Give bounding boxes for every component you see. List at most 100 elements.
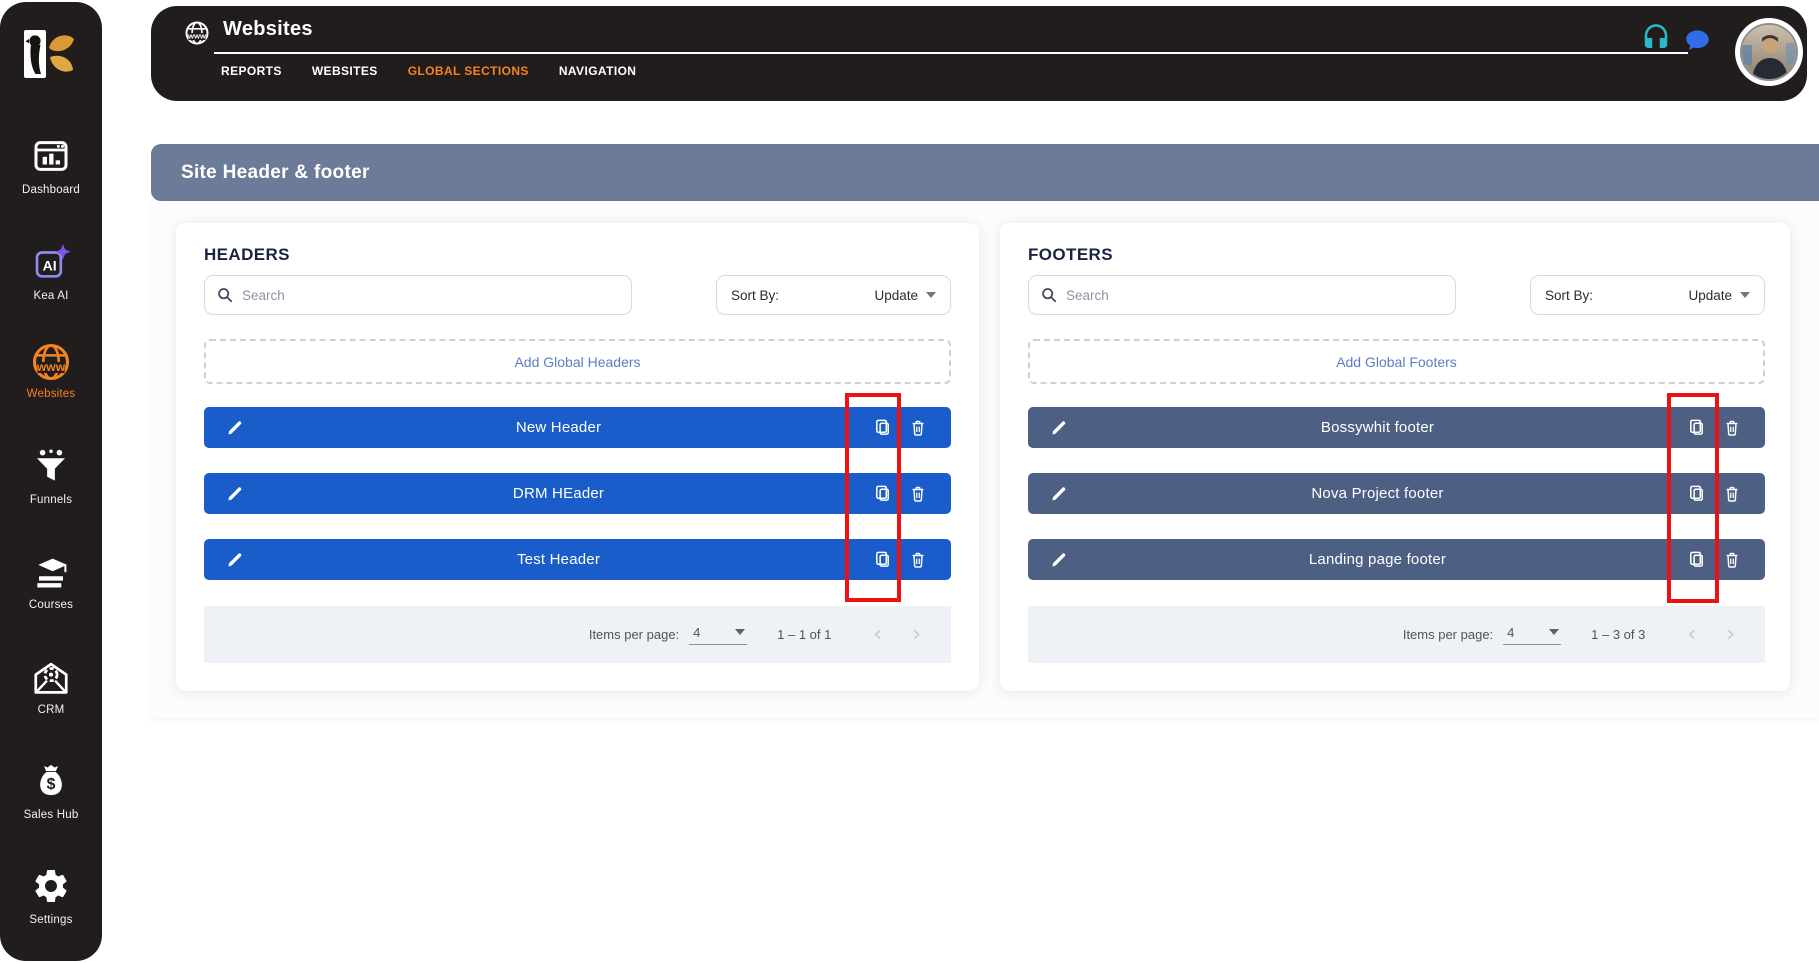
trash-icon[interactable] xyxy=(1723,419,1741,437)
footer-row[interactable]: Bossywhit footer xyxy=(1028,407,1765,448)
copy-icon[interactable] xyxy=(873,484,892,503)
copy-icon[interactable] xyxy=(1687,418,1706,437)
header-row-title: New Header xyxy=(515,419,602,436)
trash-icon[interactable] xyxy=(909,485,927,503)
sidebar-item-kea-ai[interactable]: AI Kea AI xyxy=(0,242,102,302)
sidebar-item-label: Courses xyxy=(28,599,74,611)
footers-panel: FOOTERS Sort By: Update Add Global Foote… xyxy=(1000,223,1790,691)
add-global-footers-button[interactable]: Add Global Footers xyxy=(1028,339,1765,384)
money-bag-icon: $ xyxy=(0,761,102,805)
header-row[interactable]: New Header xyxy=(204,407,951,448)
footer-row-title: Landing page footer xyxy=(1308,551,1447,568)
header-row-title: Test Header xyxy=(516,551,601,568)
next-page-button[interactable]: › xyxy=(1726,623,1735,646)
tab-websites[interactable]: WEBSITES xyxy=(312,64,378,78)
sidebar-item-label: Funnels xyxy=(29,494,73,506)
add-global-headers-button[interactable]: Add Global Headers xyxy=(204,339,951,384)
row-actions xyxy=(1687,484,1741,503)
topbar: www Websites REPORTS WEBSITES GLOBAL SEC… xyxy=(151,6,1807,101)
avatar-photo xyxy=(1740,23,1798,81)
kea-logo[interactable] xyxy=(23,26,79,84)
sidebar-item-websites[interactable]: www Websites xyxy=(0,340,102,400)
search-input[interactable] xyxy=(242,287,619,303)
sidebar-item-label: Dashboard xyxy=(21,184,81,196)
next-page-button[interactable]: › xyxy=(912,623,921,646)
sidebar-item-label: Sales Hub xyxy=(23,809,79,821)
sidebar-item-crm[interactable]: CRM xyxy=(0,656,102,716)
edit-pencil-icon[interactable] xyxy=(226,419,244,437)
section-title: Site Header & footer xyxy=(181,161,370,183)
sidebar-item-courses[interactable]: Courses xyxy=(0,551,102,611)
items-per-page-label: Items per page: xyxy=(1402,627,1494,642)
crm-envelope-gear-icon xyxy=(0,656,102,700)
items-per-page-value: 4 xyxy=(1507,624,1515,640)
items-per-page-select[interactable]: 4 xyxy=(689,625,748,645)
caret-down-icon xyxy=(735,629,746,635)
row-actions xyxy=(873,418,927,437)
globe-www-icon: www xyxy=(0,340,102,384)
sort-value: Update xyxy=(874,287,918,303)
footer-row[interactable]: Nova Project footer xyxy=(1028,473,1765,514)
copy-icon[interactable] xyxy=(1687,550,1706,569)
sidebar-item-sales-hub[interactable]: $ Sales Hub xyxy=(0,761,102,821)
edit-pencil-icon[interactable] xyxy=(1050,419,1068,437)
section-banner: Site Header & footer xyxy=(151,144,1819,201)
footers-paginator: Items per page: 4 1 – 3 of 3 ‹ › xyxy=(1028,606,1765,663)
add-global-headers-label: Add Global Headers xyxy=(514,353,641,370)
sort-by-label: Sort By: xyxy=(731,287,780,303)
caret-down-icon xyxy=(926,292,936,298)
funnel-icon xyxy=(0,446,102,490)
sidebar-item-settings[interactable]: Settings xyxy=(0,866,102,926)
tab-navigation[interactable]: NAVIGATION xyxy=(559,64,637,78)
title-underline xyxy=(214,52,1688,54)
add-global-footers-label: Add Global Footers xyxy=(1336,353,1457,370)
headers-sort-select[interactable]: Sort By: Update xyxy=(716,275,951,315)
user-avatar[interactable] xyxy=(1735,18,1803,86)
search-input[interactable] xyxy=(1066,287,1443,303)
row-actions xyxy=(873,484,927,503)
copy-icon[interactable] xyxy=(1687,484,1706,503)
edit-pencil-icon[interactable] xyxy=(1050,485,1068,503)
sidebar-item-label: Websites xyxy=(26,388,76,400)
items-per-page-label: Items per page: xyxy=(588,627,680,642)
sidebar-item-label: Settings xyxy=(29,914,73,926)
globe-www-icon: www xyxy=(183,19,211,52)
previous-page-button[interactable]: ‹ xyxy=(873,623,882,646)
row-actions xyxy=(873,550,927,569)
footers-sort-select[interactable]: Sort By: Update xyxy=(1530,275,1765,315)
tab-reports[interactable]: REPORTS xyxy=(221,64,282,78)
svg-text:www: www xyxy=(187,32,206,41)
trash-icon[interactable] xyxy=(909,551,927,569)
header-row[interactable]: DRM HEader xyxy=(204,473,951,514)
items-per-page-select[interactable]: 4 xyxy=(1503,624,1562,645)
copy-icon[interactable] xyxy=(873,418,892,437)
headers-paginator: Items per page: 4 1 – 1 of 1 ‹ › xyxy=(204,606,951,663)
header-row[interactable]: Test Header xyxy=(204,539,951,580)
dashboard-icon xyxy=(0,136,102,180)
copy-icon[interactable] xyxy=(873,550,892,569)
page-title: Websites xyxy=(223,18,313,40)
caret-down-icon xyxy=(1549,629,1560,635)
edit-pencil-icon[interactable] xyxy=(226,551,244,569)
courses-icon xyxy=(0,551,102,595)
caret-down-icon xyxy=(1740,292,1750,298)
edit-pencil-icon[interactable] xyxy=(226,485,244,503)
tab-global-sections[interactable]: GLOBAL SECTIONS xyxy=(408,64,529,78)
sidebar: Dashboard AI Kea AI www Websites Funnels… xyxy=(0,2,102,961)
row-actions xyxy=(1687,550,1741,569)
app: Dashboard AI Kea AI www Websites Funnels… xyxy=(0,0,1819,963)
sidebar-item-funnels[interactable]: Funnels xyxy=(0,446,102,506)
kea-bird-logo-icon xyxy=(24,30,74,78)
svg-text:$: $ xyxy=(47,776,56,793)
sidebar-item-dashboard[interactable]: Dashboard xyxy=(0,136,102,196)
trash-icon[interactable] xyxy=(1723,485,1741,503)
chat-bubble-icon[interactable] xyxy=(1684,27,1711,59)
previous-page-button[interactable]: ‹ xyxy=(1687,623,1696,646)
search-icon xyxy=(1042,288,1057,303)
support-headset-icon[interactable] xyxy=(1641,23,1671,58)
footer-row[interactable]: Landing page footer xyxy=(1028,539,1765,580)
edit-pencil-icon[interactable] xyxy=(1050,551,1068,569)
trash-icon[interactable] xyxy=(1723,551,1741,569)
sort-by-label: Sort By: xyxy=(1545,287,1594,303)
trash-icon[interactable] xyxy=(909,419,927,437)
